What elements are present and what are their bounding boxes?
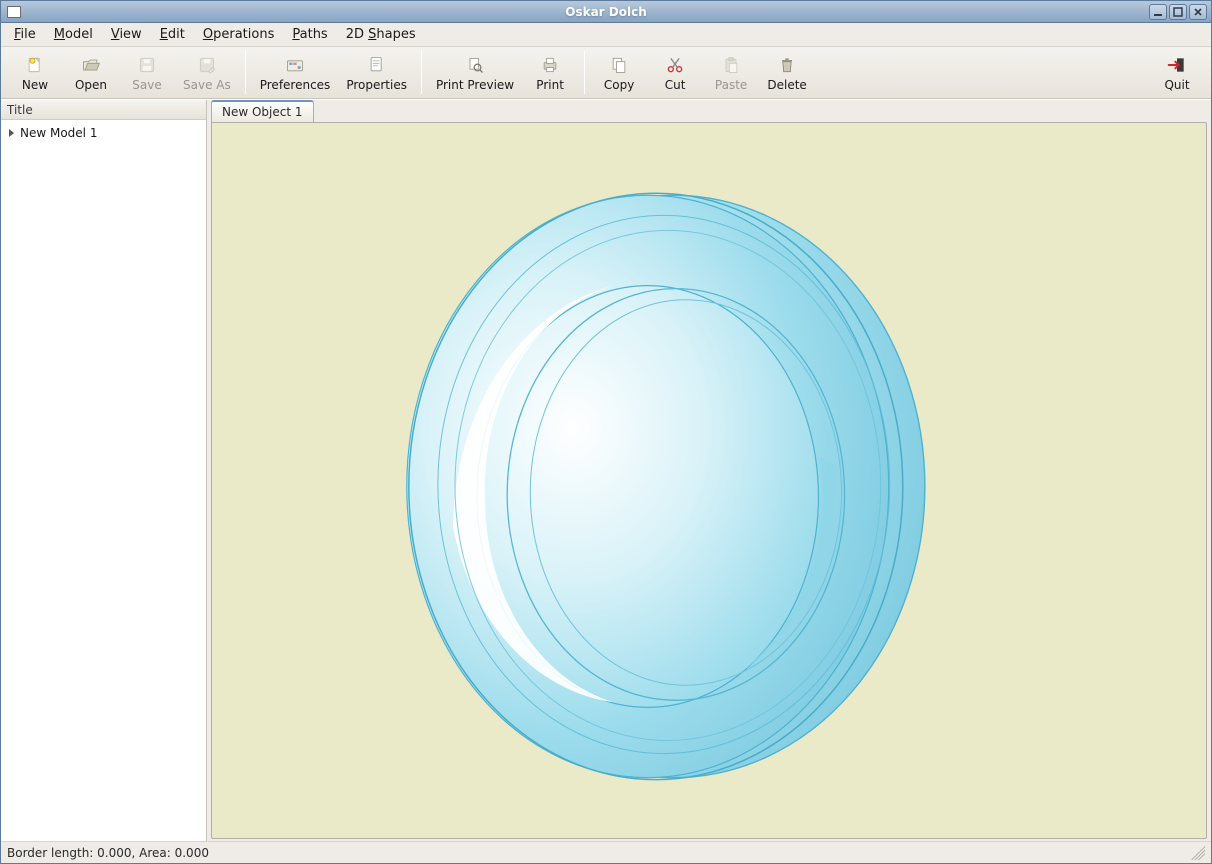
print-label: Print	[536, 78, 564, 92]
tab-object[interactable]: New Object 1	[211, 100, 314, 122]
titlebar[interactable]: Oskar Dolch	[1, 1, 1211, 23]
preferences-button[interactable]: Preferences	[252, 52, 339, 94]
menu-2d-shapes[interactable]: 2D Shapes	[337, 24, 425, 45]
print-preview-label: Print Preview	[436, 78, 514, 92]
paste-icon	[720, 54, 742, 76]
save-icon	[136, 54, 158, 76]
paste-button: Paste	[703, 52, 759, 94]
tabstrip: New Object 1	[207, 100, 1211, 122]
cut-icon	[664, 54, 686, 76]
tree-item-label: New Model 1	[20, 126, 97, 140]
new-button[interactable]: New	[7, 52, 63, 94]
toolbar-separator	[421, 51, 422, 94]
menu-view[interactable]: View	[102, 24, 151, 45]
cut-button[interactable]: Cut	[647, 52, 703, 94]
print-icon	[539, 54, 561, 76]
app-window: Oskar Dolch File Model View Edit Operati…	[0, 0, 1212, 864]
print-preview-button[interactable]: Print Preview	[428, 52, 522, 94]
properties-icon	[366, 54, 388, 76]
quit-label: Quit	[1164, 78, 1189, 92]
statusbar: Border length: 0.000, Area: 0.000	[1, 841, 1211, 863]
quit-icon	[1166, 54, 1188, 76]
properties-button[interactable]: Properties	[338, 52, 415, 94]
canvas-area: New Object 1	[207, 100, 1211, 841]
menu-paths[interactable]: Paths	[283, 24, 336, 45]
copy-button[interactable]: Copy	[591, 52, 647, 94]
viewport[interactable]	[212, 123, 1206, 838]
print-preview-icon	[464, 54, 486, 76]
tab-label: New Object 1	[222, 105, 303, 119]
toolbar-separator	[245, 51, 246, 94]
menu-edit[interactable]: Edit	[151, 24, 194, 45]
copy-label: Copy	[604, 78, 634, 92]
save-as-button: Save As	[175, 52, 239, 94]
minimize-button[interactable]	[1149, 4, 1167, 20]
menubar: File Model View Edit Operations Paths 2D…	[1, 23, 1211, 47]
delete-icon	[776, 54, 798, 76]
sidebar-header-label: Title	[7, 103, 33, 117]
save-button: Save	[119, 52, 175, 94]
print-button[interactable]: Print	[522, 52, 578, 94]
app-icon	[7, 6, 21, 18]
cut-label: Cut	[665, 78, 686, 92]
toolbar-separator	[584, 51, 585, 94]
open-label: Open	[75, 78, 107, 92]
menu-file[interactable]: File	[5, 24, 45, 45]
window-controls	[1149, 4, 1211, 20]
menu-operations[interactable]: Operations	[194, 24, 283, 45]
delete-button[interactable]: Delete	[759, 52, 815, 94]
open-button[interactable]: Open	[63, 52, 119, 94]
preferences-icon	[284, 54, 306, 76]
open-icon	[80, 54, 102, 76]
maximize-button[interactable]	[1169, 4, 1187, 20]
viewport-frame	[211, 122, 1207, 839]
paste-label: Paste	[715, 78, 747, 92]
new-icon	[24, 54, 46, 76]
save-as-label: Save As	[183, 78, 231, 92]
status-text: Border length: 0.000, Area: 0.000	[7, 846, 209, 860]
save-as-icon	[196, 54, 218, 76]
quit-button[interactable]: Quit	[1149, 52, 1205, 94]
resize-grip[interactable]	[1191, 846, 1205, 860]
close-button[interactable]	[1189, 4, 1207, 20]
expander-icon[interactable]	[9, 129, 14, 137]
menu-model[interactable]: Model	[45, 24, 102, 45]
toolbar: New Open Save Save As	[1, 47, 1211, 99]
new-label: New	[22, 78, 48, 92]
model-tree: New Model 1	[1, 120, 206, 146]
sidebar: Title New Model 1	[1, 100, 207, 841]
tree-item[interactable]: New Model 1	[5, 124, 202, 142]
save-label: Save	[132, 78, 161, 92]
preferences-label: Preferences	[260, 78, 331, 92]
main-area: Title New Model 1 New Object 1	[1, 99, 1211, 841]
sidebar-header[interactable]: Title	[1, 100, 206, 120]
properties-label: Properties	[346, 78, 407, 92]
copy-icon	[608, 54, 630, 76]
window-title: Oskar Dolch	[1, 5, 1211, 19]
delete-label: Delete	[767, 78, 806, 92]
